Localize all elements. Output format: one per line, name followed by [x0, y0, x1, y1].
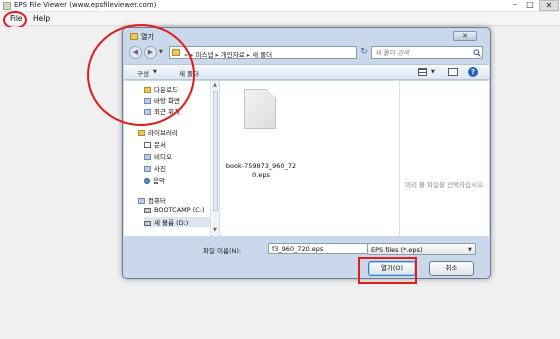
navigation-scrollbar[interactable]: ▲ ▼: [212, 81, 220, 236]
file-list: book-759873_960_720.eps: [221, 81, 399, 236]
file-name-label: 파일 이름(N):: [203, 247, 242, 255]
chevron-down-icon[interactable]: ▼: [431, 69, 435, 75]
breadcrumb: « ▸ 피스냅 ▸ 개인자료 ▸ 새 폴더: [184, 49, 272, 59]
menu-help[interactable]: Help: [33, 14, 50, 23]
scrollbar-thumb[interactable]: [213, 91, 218, 211]
search-input[interactable]: [375, 48, 467, 58]
breadcrumb-separator: ▸: [246, 51, 251, 59]
videos-icon: [144, 154, 151, 160]
breadcrumb-separator: ▸: [215, 51, 219, 59]
breadcrumb-item[interactable]: 피스냅: [195, 51, 213, 59]
file-type-value: EPS files (*.eps): [371, 246, 423, 254]
file-name[interactable]: book-759873_960_720.eps: [225, 162, 297, 180]
preview-placeholder-text: 미리 볼 파일을 선택하십시오.: [404, 181, 486, 189]
app-title: EPS File Viewer (www.epsfileviewer.com): [14, 1, 157, 9]
cancel-button[interactable]: 취소: [429, 261, 474, 276]
nav-item-label: 음악: [153, 177, 165, 185]
nav-item-libraries[interactable]: 라이브러리: [138, 127, 178, 137]
nav-item-label: 비디오: [154, 153, 172, 161]
nav-item-label: 컴퓨터: [148, 197, 166, 205]
pictures-icon: [144, 166, 151, 172]
libraries-icon: [138, 130, 145, 136]
drive-icon: [144, 208, 151, 213]
nav-item-label: BOOTCAMP (C:): [154, 206, 205, 214]
nav-item-computer[interactable]: 컴퓨터: [138, 195, 166, 205]
open-button-highlight-box: [358, 257, 417, 284]
nav-item-pictures[interactable]: 사진: [144, 163, 166, 173]
nav-item-label: 사진: [154, 165, 166, 173]
search-icon[interactable]: [473, 49, 481, 57]
app-titlebar: EPS File Viewer (www.epsfileviewer.com) …: [0, 0, 560, 12]
breadcrumb-item[interactable]: 새 폴더: [252, 51, 272, 59]
help-icon[interactable]: ?: [468, 67, 478, 77]
dialog-close-button[interactable]: ✕: [453, 31, 477, 41]
minimize-button[interactable]: –: [508, 0, 522, 11]
app-icon: [3, 2, 11, 10]
computer-icon: [138, 198, 145, 204]
file-type-select[interactable]: EPS files (*.eps) ▼: [367, 243, 476, 255]
nav-item-label: 새 볼륨 (D:): [154, 219, 189, 227]
drive-icon: [144, 221, 151, 226]
nav-item-label: 라이브러리: [148, 129, 178, 137]
nav-item-documents[interactable]: 문서: [144, 139, 166, 149]
document-file-icon[interactable]: [244, 89, 276, 129]
scroll-up-arrow[interactable]: ▲: [213, 82, 217, 88]
music-icon: [144, 178, 150, 184]
refresh-icon[interactable]: ↻: [358, 46, 370, 59]
nav-item-music[interactable]: 음악: [144, 175, 165, 185]
breadcrumb-item[interactable]: 개인자료: [221, 51, 245, 59]
menu-bar: File Help: [0, 12, 560, 26]
address-bar[interactable]: « ▸ 피스냅 ▸ 개인자료 ▸ 새 폴더 ▼: [169, 46, 400, 59]
change-view-icon[interactable]: [418, 68, 427, 76]
file-highlight-circle: [87, 24, 195, 126]
maximize-button[interactable]: □: [523, 0, 537, 11]
scroll-down-arrow[interactable]: ▼: [213, 227, 217, 233]
nav-item-drive-c[interactable]: BOOTCAMP (C:): [144, 206, 205, 214]
documents-icon: [144, 142, 151, 148]
nav-item-label: 문서: [154, 141, 166, 149]
nav-item-drive-d[interactable]: 새 볼륨 (D:): [144, 217, 210, 227]
app-close-button[interactable]: ✕: [539, 0, 559, 11]
preview-pane: 미리 볼 파일을 선택하십시오.: [399, 81, 489, 236]
preview-pane-icon[interactable]: [448, 68, 458, 76]
chevron-down-icon[interactable]: ▼: [468, 247, 472, 253]
search-box[interactable]: [371, 46, 483, 59]
nav-item-videos[interactable]: 비디오: [144, 151, 172, 161]
page-fold: [267, 89, 276, 98]
